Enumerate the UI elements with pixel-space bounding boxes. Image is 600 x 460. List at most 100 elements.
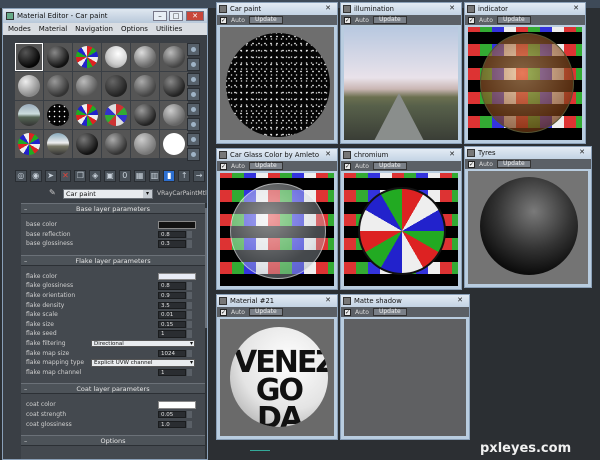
material-slot[interactable] bbox=[160, 101, 188, 129]
menu-modes[interactable]: Modes bbox=[8, 23, 31, 35]
material-slot[interactable] bbox=[73, 130, 101, 158]
put-to-library-icon[interactable]: ▣ bbox=[104, 170, 116, 182]
get-material-icon[interactable]: ◎ bbox=[15, 170, 27, 182]
background-icon[interactable] bbox=[187, 73, 200, 86]
update-button[interactable]: Update bbox=[372, 16, 407, 24]
backlight-icon[interactable] bbox=[187, 58, 200, 71]
auto-checkbox[interactable]: ✓ bbox=[220, 16, 227, 24]
param-spinner-field[interactable]: 0.9 bbox=[158, 291, 186, 300]
reset-material-icon[interactable]: ✕ bbox=[59, 170, 72, 182]
spinner-arrows-icon[interactable] bbox=[187, 282, 192, 290]
param-spinner-field[interactable]: 1 bbox=[158, 330, 186, 338]
close-icon[interactable]: ✕ bbox=[322, 296, 334, 305]
rollout-header[interactable]: – Base layer parameters bbox=[21, 203, 205, 214]
color-swatch[interactable] bbox=[158, 221, 196, 229]
make-unique-icon[interactable]: ◈ bbox=[89, 170, 102, 182]
scrollbar-thumb[interactable] bbox=[205, 208, 207, 328]
auto-checkbox[interactable]: ✓ bbox=[468, 160, 475, 168]
assign-material-icon[interactable]: ➤ bbox=[44, 170, 57, 182]
auto-checkbox[interactable]: ✓ bbox=[220, 308, 227, 316]
update-button[interactable]: Update bbox=[248, 16, 283, 24]
preview-titlebar[interactable]: indicator ✕ bbox=[465, 3, 585, 15]
close-icon[interactable]: ✕ bbox=[454, 296, 466, 305]
close-icon[interactable]: ✕ bbox=[570, 4, 582, 13]
preview-titlebar[interactable]: Car Glass Color by Amleto ✕ bbox=[217, 149, 337, 161]
material-slot[interactable] bbox=[73, 72, 101, 100]
minimize-icon[interactable]: – bbox=[153, 11, 167, 21]
update-button[interactable]: Update bbox=[496, 16, 531, 24]
param-spinner-field[interactable]: 1.0 bbox=[158, 420, 186, 428]
material-slot[interactable] bbox=[44, 130, 72, 158]
video-color-check-icon[interactable] bbox=[187, 103, 200, 116]
material-slot[interactable] bbox=[15, 101, 43, 129]
show-end-result-icon[interactable]: ▥ bbox=[148, 170, 161, 182]
close-icon[interactable]: ✕ bbox=[446, 150, 458, 159]
material-slot[interactable] bbox=[102, 72, 130, 100]
update-button[interactable]: Update bbox=[372, 162, 407, 170]
auto-checkbox[interactable]: ✓ bbox=[344, 162, 351, 170]
material-slot[interactable] bbox=[44, 72, 72, 100]
material-slot[interactable] bbox=[102, 43, 130, 71]
material-slot[interactable] bbox=[131, 72, 159, 100]
material-slot[interactable] bbox=[160, 130, 188, 158]
param-spinner-field[interactable]: 3.5 bbox=[158, 301, 186, 310]
rollout-header[interactable]: – Options bbox=[21, 435, 205, 447]
uv-tiling-icon[interactable] bbox=[187, 88, 200, 101]
material-slot[interactable] bbox=[44, 43, 72, 71]
preview-titlebar[interactable]: Matte shadow ✕ bbox=[341, 295, 469, 307]
collapse-icon[interactable]: – bbox=[24, 204, 27, 214]
param-spinner-field[interactable]: 1 bbox=[158, 368, 186, 377]
copy-material-icon[interactable]: ❐ bbox=[74, 170, 87, 182]
color-swatch[interactable] bbox=[158, 272, 196, 281]
param-spinner-field[interactable]: 1024 bbox=[158, 349, 186, 358]
auto-checkbox[interactable]: ✓ bbox=[220, 162, 227, 170]
spinner-arrows-icon[interactable] bbox=[187, 330, 192, 338]
collapse-icon[interactable]: – bbox=[24, 384, 27, 394]
material-slot[interactable] bbox=[160, 43, 188, 71]
spinner-arrows-icon[interactable] bbox=[187, 311, 192, 319]
spinner-arrows-icon[interactable] bbox=[187, 230, 192, 239]
material-type-button[interactable]: VRayCarPaintMtl bbox=[157, 190, 207, 197]
maximize-icon[interactable]: □ bbox=[169, 11, 183, 21]
material-id-icon[interactable]: 0 bbox=[118, 170, 131, 182]
spinner-arrows-icon[interactable] bbox=[187, 291, 192, 300]
update-button[interactable]: Update bbox=[372, 308, 407, 316]
close-icon[interactable]: ✕ bbox=[186, 11, 204, 21]
material-slot[interactable] bbox=[15, 72, 43, 100]
update-button[interactable]: Update bbox=[248, 308, 283, 316]
close-icon[interactable]: ✕ bbox=[576, 148, 588, 157]
param-spinner-field[interactable]: 0.8 bbox=[158, 282, 186, 290]
material-slot[interactable] bbox=[44, 101, 72, 129]
rollout-scrollbar[interactable] bbox=[205, 203, 207, 459]
rollout-header[interactable]: – Coat layer parameters bbox=[21, 383, 205, 395]
spinner-arrows-icon[interactable] bbox=[187, 240, 192, 248]
options-icon[interactable] bbox=[187, 133, 200, 146]
preview-titlebar[interactable]: Material #21 ✕ bbox=[217, 295, 337, 307]
material-slot[interactable] bbox=[131, 43, 159, 71]
show-map-icon[interactable]: ▦ bbox=[133, 170, 146, 182]
menu-navigation[interactable]: Navigation bbox=[75, 23, 113, 35]
spinner-arrows-icon[interactable] bbox=[187, 301, 192, 310]
param-spinner-field[interactable]: 0.3 bbox=[158, 240, 186, 248]
spinner-arrows-icon[interactable] bbox=[187, 368, 192, 377]
material-slot[interactable] bbox=[102, 101, 130, 129]
eyedropper-icon[interactable]: ✎ bbox=[49, 188, 56, 197]
menu-options[interactable]: Options bbox=[121, 23, 148, 35]
sample-type-icon[interactable] bbox=[187, 43, 200, 56]
spinner-arrows-icon[interactable] bbox=[187, 410, 192, 419]
collapse-icon[interactable]: – bbox=[24, 436, 27, 446]
param-spinner-field[interactable]: 0.01 bbox=[158, 311, 186, 319]
material-slot[interactable] bbox=[15, 130, 43, 158]
go-forward-icon[interactable]: → bbox=[193, 170, 205, 182]
menu-utilities[interactable]: Utilities bbox=[156, 23, 182, 35]
auto-checkbox[interactable]: ✓ bbox=[344, 16, 351, 24]
material-slot[interactable] bbox=[160, 72, 188, 100]
material-slot[interactable] bbox=[15, 43, 43, 71]
go-to-parent-icon[interactable]: ↑ bbox=[178, 170, 191, 182]
spinner-arrows-icon[interactable] bbox=[187, 320, 192, 329]
close-icon[interactable]: ✕ bbox=[446, 4, 458, 13]
spinner-arrows-icon[interactable] bbox=[187, 349, 192, 358]
param-spinner-field[interactable]: 0.8 bbox=[158, 230, 186, 239]
preview-titlebar[interactable]: Car paint ✕ bbox=[217, 3, 337, 15]
material-slot[interactable] bbox=[131, 130, 159, 158]
